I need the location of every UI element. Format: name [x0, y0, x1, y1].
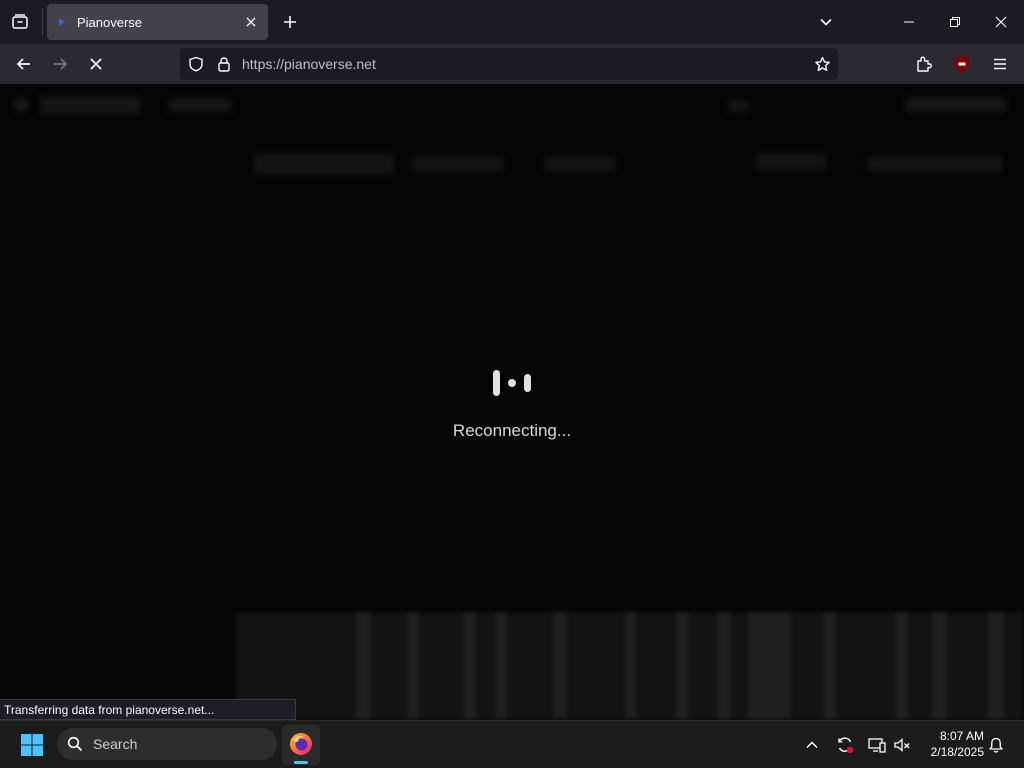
piano-key	[988, 612, 1004, 720]
piano-key	[718, 612, 730, 720]
background-indicator-block	[728, 100, 748, 112]
background-label-block	[544, 156, 616, 172]
stop-button[interactable]	[82, 50, 110, 78]
start-button[interactable]	[14, 729, 50, 761]
bookmark-button[interactable]	[812, 54, 832, 74]
url-text[interactable]: https://pianoverse.net	[242, 56, 376, 72]
bell-icon	[989, 737, 1003, 753]
restore-icon	[950, 17, 960, 27]
star-icon	[814, 56, 830, 71]
close-tab-button[interactable]	[243, 14, 259, 30]
network-tray-button[interactable]	[865, 733, 889, 757]
tab-favicon	[57, 17, 67, 27]
background-heading-block	[254, 154, 394, 174]
show-hidden-icons-button[interactable]	[800, 733, 824, 757]
piano-key	[464, 612, 476, 720]
status-panel: Transferring data from pianoverse.net...	[0, 699, 296, 720]
background-subheading-block	[412, 156, 504, 172]
network-icon	[868, 738, 886, 753]
back-button[interactable]	[10, 50, 38, 78]
shield-icon	[189, 56, 203, 72]
close-icon	[246, 17, 256, 27]
close-window-button[interactable]	[978, 6, 1024, 38]
forward-button[interactable]	[46, 50, 74, 78]
piano-key	[932, 612, 946, 720]
firefox-icon	[290, 733, 312, 755]
background-title-block	[40, 96, 140, 114]
clock-time: 8:07 AM	[939, 729, 984, 743]
restore-button[interactable]	[932, 6, 978, 38]
lock-icon	[218, 57, 230, 72]
tracking-protection-button[interactable]	[186, 54, 206, 74]
piano-key	[748, 612, 790, 720]
tab-strip: Pianoverse	[0, 0, 1024, 44]
close-icon	[995, 16, 1007, 28]
piano-key	[554, 612, 566, 720]
background-volume-block	[756, 154, 826, 170]
new-tab-button[interactable]	[278, 10, 302, 34]
extensions-icon	[917, 56, 932, 72]
sync-icon	[838, 737, 854, 754]
loading-spinner	[492, 370, 532, 396]
url-scheme: https://pianoverse.net	[242, 56, 376, 72]
ublock-icon	[955, 56, 969, 72]
piano-key	[496, 612, 506, 720]
piano-key	[896, 612, 908, 720]
active-tab[interactable]: Pianoverse	[47, 4, 268, 40]
search-label: Search	[93, 736, 138, 752]
piano-key	[824, 612, 836, 720]
sync-tray-button[interactable]	[833, 733, 857, 757]
minimize-button[interactable]	[886, 6, 932, 38]
reconnecting-message: Reconnecting...	[452, 421, 572, 440]
piano-key	[408, 612, 418, 720]
taskbar-search-box[interactable]: Search	[57, 728, 277, 760]
volume-tray-button[interactable]	[890, 733, 914, 757]
minimize-icon	[904, 21, 914, 23]
plus-icon	[284, 16, 296, 28]
background-logo	[14, 98, 28, 112]
list-all-tabs-button[interactable]	[814, 10, 838, 34]
volume-muted-icon	[894, 738, 910, 752]
windows-logo-icon	[21, 734, 43, 756]
taskbar: Search 8:07 AM 2/18/2025	[0, 720, 1024, 768]
site-info-button[interactable]	[214, 54, 234, 74]
piano-key	[356, 612, 370, 720]
piano-key	[676, 612, 688, 720]
ublock-origin-button[interactable]	[948, 50, 976, 78]
extensions-button[interactable]	[910, 50, 938, 78]
notifications-button[interactable]	[984, 733, 1008, 757]
back-arrow-icon	[16, 58, 30, 70]
tab-title: Pianoverse	[77, 15, 143, 30]
background-room-block	[168, 98, 232, 112]
taskbar-clock[interactable]: 8:07 AM 2/18/2025	[920, 728, 984, 760]
forward-arrow-icon	[54, 58, 68, 70]
application-menu-button[interactable]	[986, 50, 1014, 78]
tab-list-icon	[11, 13, 29, 31]
firefox-taskbar-button[interactable]	[282, 725, 320, 765]
blurred-piano-keyboard	[236, 612, 1024, 720]
navigation-toolbar: https://pianoverse.net	[0, 44, 1024, 84]
tab-list-button[interactable]	[4, 6, 36, 38]
chevron-up-icon	[806, 741, 818, 749]
clock-date: 2/18/2025	[930, 745, 984, 759]
address-bar[interactable]: https://pianoverse.net	[180, 48, 838, 80]
tab-strip-divider	[42, 8, 43, 36]
background-settings-block	[868, 156, 1002, 172]
search-icon	[67, 736, 83, 752]
piano-key	[626, 612, 636, 720]
page-content: Reconnecting...	[0, 84, 1024, 720]
background-toolbar-block	[906, 98, 1006, 112]
stop-icon	[90, 58, 102, 70]
menu-icon	[994, 58, 1006, 70]
chevron-down-icon	[820, 18, 832, 26]
running-indicator	[294, 761, 308, 764]
